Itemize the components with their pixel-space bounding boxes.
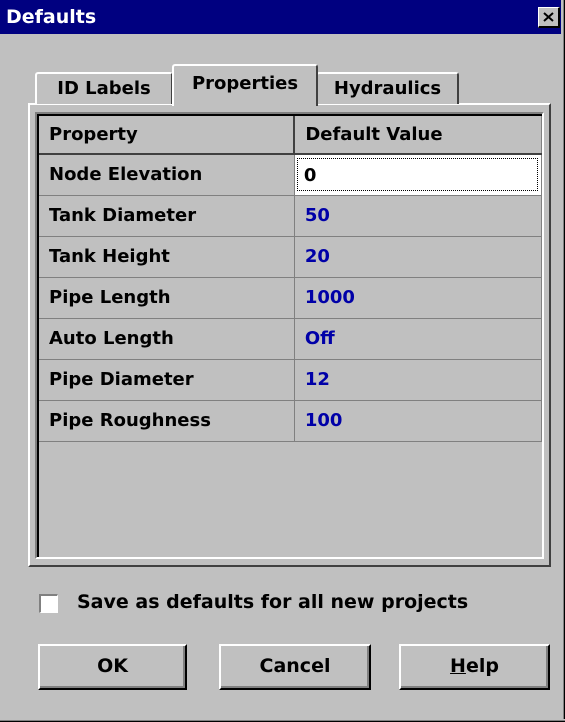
table-row[interactable]: Pipe Roughness 100: [39, 400, 543, 442]
property-value[interactable]: 12: [294, 359, 543, 401]
ok-button[interactable]: OK: [38, 644, 187, 690]
tab-id-labels[interactable]: ID Labels: [35, 72, 173, 104]
table-row[interactable]: Node Elevation 0: [39, 154, 543, 196]
table-row[interactable]: Tank Height 20: [39, 236, 543, 278]
property-value[interactable]: 20: [294, 236, 543, 278]
value-input[interactable]: 0: [296, 158, 538, 192]
tab-label: ID Labels: [57, 78, 151, 99]
properties-grid[interactable]: Property Default Value Node Elevation 0 …: [35, 112, 544, 559]
column-header-default-value[interactable]: Default Value: [294, 116, 543, 155]
table-row[interactable]: Pipe Diameter 12: [39, 359, 543, 401]
property-value-editor[interactable]: 0: [294, 154, 543, 196]
property-name: Pipe Diameter: [39, 359, 295, 401]
column-header-property[interactable]: Property: [39, 116, 296, 155]
property-value[interactable]: Off: [294, 318, 543, 360]
property-value[interactable]: 1000: [294, 277, 543, 319]
help-label-rest: elp: [465, 655, 499, 677]
tab-properties[interactable]: Properties: [172, 64, 318, 106]
grid-body: Property Default Value Node Elevation 0 …: [37, 114, 543, 557]
property-name: Pipe Length: [39, 277, 295, 319]
property-name: Pipe Roughness: [39, 400, 295, 442]
save-defaults-checkbox[interactable]: [39, 594, 58, 613]
save-defaults-label[interactable]: Save as defaults for all new projects: [77, 591, 468, 613]
tab-hydraulics[interactable]: Hydraulics: [316, 72, 459, 104]
property-value[interactable]: 100: [294, 400, 543, 442]
cancel-button[interactable]: Cancel: [219, 644, 371, 690]
help-button[interactable]: Help: [399, 644, 550, 690]
window-title: Defaults: [6, 6, 97, 28]
property-value[interactable]: 50: [294, 195, 543, 237]
property-name: Node Elevation: [39, 154, 295, 196]
properties-table: Property Default Value Node Elevation 0 …: [39, 116, 543, 442]
title-bar: Defaults: [0, 0, 561, 34]
defaults-dialog: Defaults ID Labels Properties Hydraulics…: [0, 0, 565, 722]
table-row[interactable]: Pipe Length 1000: [39, 277, 543, 319]
tab-label: Hydraulics: [333, 78, 442, 99]
table-row[interactable]: Tank Diameter 50: [39, 195, 543, 237]
property-name: Tank Height: [39, 236, 295, 278]
table-row[interactable]: Auto Length Off: [39, 318, 543, 360]
help-mnemonic: H: [450, 655, 466, 677]
close-button[interactable]: [538, 7, 560, 28]
close-icon: [543, 12, 554, 22]
property-name: Tank Diameter: [39, 195, 295, 237]
header-row: Property Default Value: [39, 116, 543, 155]
tab-label: Properties: [191, 73, 299, 94]
property-name: Auto Length: [39, 318, 295, 360]
